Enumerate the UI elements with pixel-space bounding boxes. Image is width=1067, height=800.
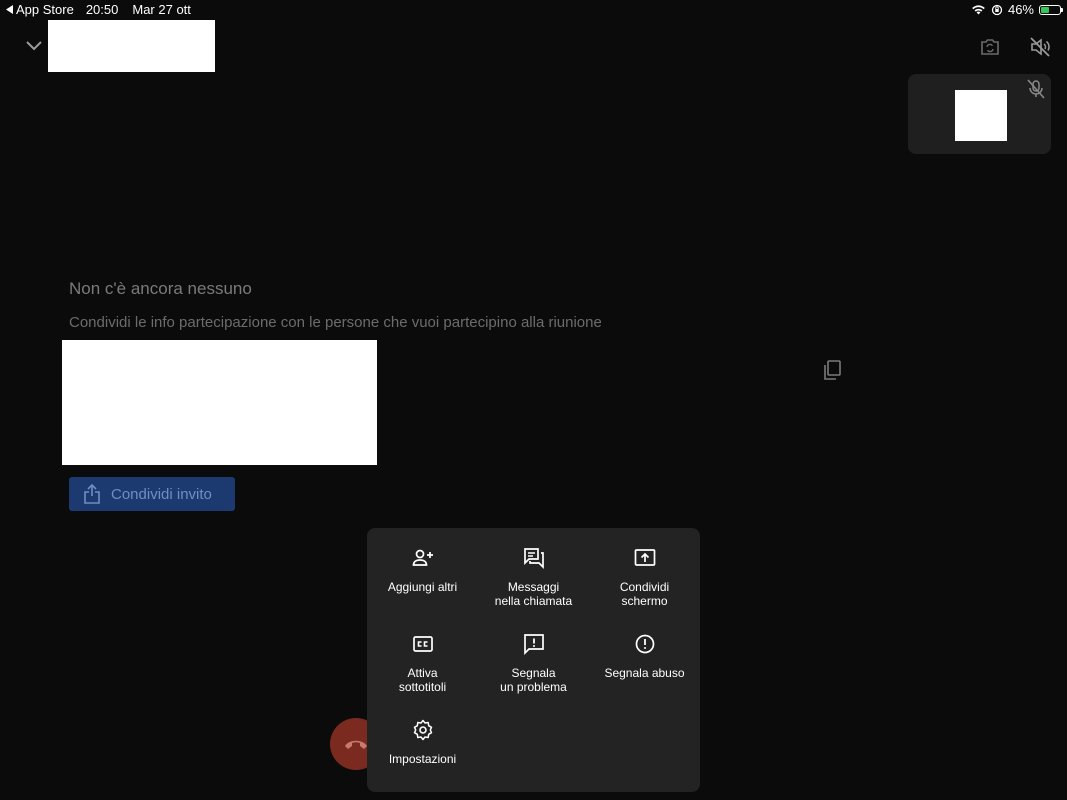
battery-percentage: 46% [1007, 2, 1034, 17]
menu-item-report-problem[interactable]: Segnala un problema [478, 614, 589, 700]
battery-fill [1041, 6, 1050, 13]
menu-item-label: Segnala abuso [604, 666, 685, 680]
menu-item-in-call-messages[interactable]: Messaggi nella chiamata [478, 528, 589, 614]
battery-nub [1061, 7, 1063, 12]
meeting-title-redacted [48, 20, 215, 72]
menu-item-label: Messaggi nella chiamata [494, 580, 573, 608]
share-icon [84, 484, 100, 504]
share-invite-button[interactable]: Condividi invito [69, 477, 235, 511]
share-invite-label: Condividi invito [111, 485, 212, 503]
menu-item-captions[interactable]: Attiva sottotitoli [367, 614, 478, 700]
self-view-tile[interactable] [908, 74, 1051, 154]
empty-meeting-title: Non c'è ancora nessuno [69, 279, 252, 298]
hang-up-icon [345, 740, 367, 749]
copy-icon[interactable] [820, 358, 844, 382]
more-options-menu: Aggiungi altri Messaggi nella chiamata C… [367, 528, 700, 792]
menu-item-label: Segnala un problema [500, 666, 567, 694]
status-left: App Store 20:50 Mar 27 ott [6, 2, 191, 17]
menu-item-add-others[interactable]: Aggiungi altri [367, 528, 478, 614]
settings-icon [413, 719, 432, 741]
menu-item-label: Impostazioni [388, 752, 457, 766]
mic-off-icon [1027, 79, 1045, 99]
report-problem-icon [523, 634, 544, 656]
self-avatar-redacted [955, 90, 1007, 141]
chat-icon [523, 548, 544, 570]
status-bar: App Store 20:50 Mar 27 ott 46% [0, 0, 1067, 20]
date: Mar 27 ott [132, 2, 191, 17]
share-info-text: Condividi le info partecipazione con le … [69, 314, 602, 331]
menu-item-label: Aggiungi altri [387, 580, 458, 594]
add-person-icon [412, 549, 433, 566]
back-triangle-icon [6, 5, 13, 14]
menu-item-label: Attiva sottotitoli [398, 666, 447, 694]
menu-item-share-screen[interactable]: Condividi schermo [589, 528, 700, 614]
speaker-off-icon[interactable] [1028, 35, 1052, 59]
status-right: 46% [971, 2, 1063, 17]
back-to-app-link[interactable]: App Store [6, 2, 74, 17]
collapse-chevron-icon[interactable] [24, 36, 44, 56]
closed-captions-icon [412, 636, 433, 652]
present-screen-icon [634, 549, 655, 566]
switch-camera-icon[interactable] [978, 35, 1002, 59]
meeting-info-redacted [62, 340, 377, 465]
wifi-icon [972, 5, 985, 15]
menu-item-report-abuse[interactable]: Segnala abuso [589, 614, 700, 700]
orientation-lock-icon [991, 4, 1003, 15]
menu-item-label: Condividi schermo [619, 580, 670, 608]
back-app-label: App Store [16, 2, 74, 17]
report-abuse-icon [635, 634, 654, 654]
clock: 20:50 [85, 2, 119, 17]
menu-item-settings[interactable]: Impostazioni [367, 700, 478, 786]
battery-icon [1039, 4, 1063, 15]
